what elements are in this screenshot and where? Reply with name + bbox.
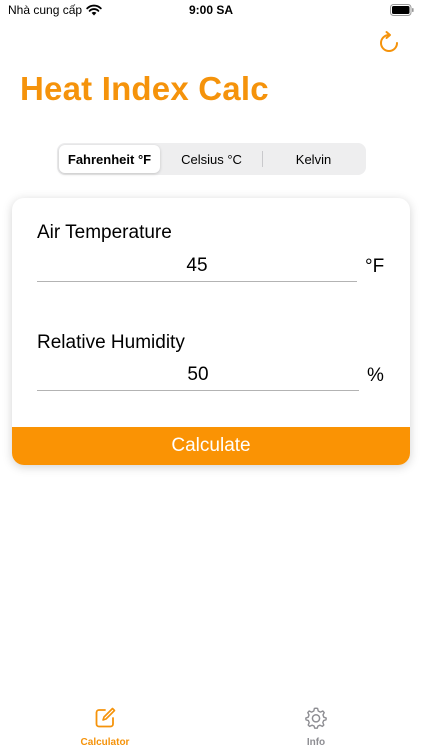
relative-humidity-unit: % bbox=[367, 365, 384, 386]
segment-fahrenheit[interactable]: Fahrenheit °F bbox=[59, 145, 160, 173]
air-temperature-unit: °F bbox=[365, 256, 385, 277]
relative-humidity-label: Relative Humidity bbox=[37, 332, 185, 353]
tab-bar: Calculator Info bbox=[0, 690, 422, 750]
unit-segmented-control: Fahrenheit °F Celsius °C Kelvin bbox=[57, 143, 366, 175]
status-bar: Nhà cung cấp 9:00 SA bbox=[0, 0, 422, 24]
gear-icon bbox=[305, 707, 327, 729]
input-card: Air Temperature °F Relative Humidity % C… bbox=[12, 198, 410, 465]
tab-calculator[interactable]: Calculator bbox=[60, 706, 150, 748]
air-temperature-input[interactable] bbox=[37, 250, 357, 282]
segment-kelvin[interactable]: Kelvin bbox=[263, 145, 364, 173]
refresh-icon[interactable] bbox=[376, 30, 402, 56]
tab-info[interactable]: Info bbox=[271, 706, 361, 748]
pencil-square-icon bbox=[95, 707, 116, 728]
air-temperature-label: Air Temperature bbox=[37, 222, 172, 243]
app-screen: Nhà cung cấp 9:00 SA Heat Index Calc Fah… bbox=[0, 0, 422, 750]
tab-calculator-label: Calculator bbox=[80, 737, 130, 748]
status-time: 9:00 SA bbox=[188, 3, 234, 17]
calculate-button[interactable]: Calculate bbox=[12, 427, 410, 465]
tab-info-label: Info bbox=[306, 737, 326, 748]
battery-icon bbox=[390, 4, 414, 16]
relative-humidity-input[interactable] bbox=[37, 359, 359, 391]
page-title: Heat Index Calc bbox=[20, 70, 269, 107]
segment-celsius[interactable]: Celsius °C bbox=[161, 145, 262, 173]
